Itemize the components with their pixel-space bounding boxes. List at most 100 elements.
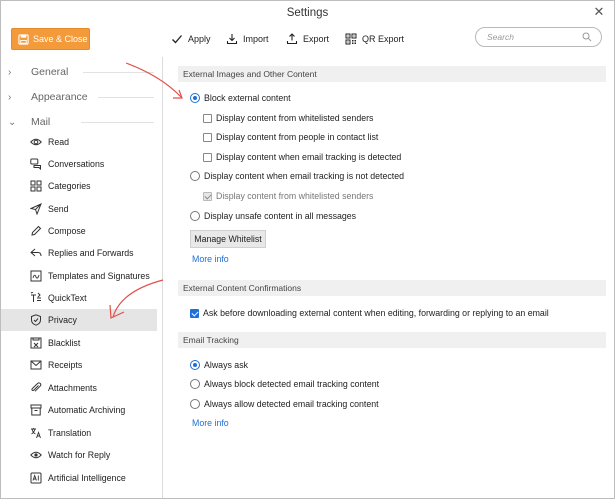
sidebar-item-label: Categories <box>48 181 91 191</box>
chevron-right-icon: › <box>8 91 12 103</box>
chat-bubbles-icon <box>30 158 42 170</box>
receipt-icon <box>30 359 42 371</box>
section-label: Mail <box>31 116 51 128</box>
save-icon <box>18 33 29 45</box>
chevron-right-icon: › <box>8 66 12 78</box>
export-icon <box>286 33 298 45</box>
block-external-radio[interactable] <box>190 93 200 103</box>
always-block-option[interactable]: Always block detected email tracking con… <box>190 377 379 391</box>
sidebar-item-artificial-intelligence[interactable]: Artificial Intelligence <box>1 467 157 489</box>
sidebar-item-read[interactable]: Read <box>1 131 157 153</box>
archive-icon <box>30 404 42 416</box>
settings-sidebar: › General › Appearance ⌄ Mail Read Conve… <box>1 57 163 498</box>
paperclip-icon <box>30 382 42 394</box>
email-tracking-heading: Email Tracking <box>178 332 606 348</box>
confirmations-heading: External Content Confirmations <box>178 280 606 296</box>
pencil-icon <box>30 225 42 237</box>
sidebar-item-conversations[interactable]: Conversations <box>1 153 157 175</box>
sidebar-item-quicktext[interactable]: QuickText <box>1 287 157 309</box>
sidebar-item-label: Privacy <box>48 315 77 325</box>
tracking-detected-option[interactable]: Display content when email tracking is d… <box>203 150 401 164</box>
import-label: Import <box>243 34 269 44</box>
sidebar-item-categories[interactable]: Categories <box>1 175 157 197</box>
always-ask-radio[interactable] <box>190 360 200 370</box>
quicktext-icon <box>30 292 42 304</box>
not-detected-whitelisted-label: Display content from whitelisted senders <box>216 191 374 201</box>
sidebar-item-label: Artificial Intelligence <box>48 473 126 483</box>
tracking-more-info-link[interactable]: More info <box>192 418 229 428</box>
always-block-radio[interactable] <box>190 379 200 389</box>
sidebar-item-label: Watch for Reply <box>48 450 111 460</box>
contact-list-label: Display content from people in contact l… <box>216 132 379 142</box>
qr-export-button[interactable]: QR Export <box>345 31 404 47</box>
save-close-button[interactable]: Save & Close <box>11 28 90 50</box>
sidebar-item-label: Templates and Signatures <box>48 271 150 281</box>
export-label: Export <box>303 34 330 44</box>
always-allow-radio[interactable] <box>190 399 200 409</box>
whitelisted-senders-checkbox[interactable] <box>203 113 212 123</box>
close-icon[interactable]: ✕ <box>592 5 606 19</box>
ask-before-download-label: Ask before downloading external content … <box>203 308 549 318</box>
sidebar-item-automatic-archiving[interactable]: Automatic Archiving <box>1 399 157 421</box>
search-input[interactable]: Search <box>475 27 602 47</box>
unsafe-content-radio[interactable] <box>190 211 200 221</box>
contact-list-checkbox[interactable] <box>203 132 212 142</box>
export-button[interactable]: Export <box>286 31 329 47</box>
sidebar-item-watch-for-reply[interactable]: Watch for Reply <box>1 444 157 466</box>
block-external-content-option[interactable]: Block external content <box>190 91 291 105</box>
external-images-heading: External Images and Other Content <box>178 66 606 82</box>
sidebar-item-label: Send <box>48 204 69 214</box>
section-label: Appearance <box>31 91 88 103</box>
more-info-link[interactable]: More info <box>192 254 229 264</box>
sidebar-item-receipts[interactable]: Receipts <box>1 354 157 376</box>
checkmark-icon <box>172 35 182 44</box>
ask-before-download-checkbox[interactable] <box>190 308 199 318</box>
sidebar-item-privacy[interactable]: Privacy <box>1 309 157 331</box>
apply-label: Apply <box>188 34 211 44</box>
sidebar-item-templates-signatures[interactable]: Templates and Signatures <box>1 265 157 287</box>
not-detected-whitelisted-option: Display content from whitelisted senders <box>203 189 373 203</box>
always-allow-option[interactable]: Always allow detected email tracking con… <box>190 397 379 411</box>
sidebar-item-label: QuickText <box>48 293 87 303</box>
sidebar-item-label: Receipts <box>48 360 83 370</box>
sidebar-item-compose[interactable]: Compose <box>1 220 157 242</box>
import-button[interactable]: Import <box>226 31 269 47</box>
sidebar-item-blacklist[interactable]: Blacklist <box>1 332 157 354</box>
ask-before-download-option[interactable]: Ask before downloading external content … <box>190 306 549 320</box>
reply-forward-icon <box>30 247 42 259</box>
tracking-detected-label: Display content when email tracking is d… <box>216 152 402 162</box>
always-ask-label: Always ask <box>204 360 248 370</box>
sidebar-item-replies-forwards[interactable]: Replies and Forwards <box>1 242 157 264</box>
chevron-down-icon: ⌄ <box>8 116 17 128</box>
tracking-detected-checkbox[interactable] <box>203 152 212 162</box>
window-title: Settings <box>286 7 329 19</box>
tracking-not-detected-option[interactable]: Display content when email tracking is n… <box>190 169 404 183</box>
sidebar-item-send[interactable]: Send <box>1 198 157 220</box>
sidebar-item-label: Translation <box>48 428 92 438</box>
search-icon <box>582 32 592 42</box>
sidebar-item-label: Conversations <box>48 159 105 169</box>
contact-list-option[interactable]: Display content from people in contact l… <box>203 130 378 144</box>
divider <box>83 72 154 73</box>
sidebar-item-translation[interactable]: Translation <box>1 422 157 444</box>
tracking-not-detected-radio[interactable] <box>190 171 200 181</box>
whitelisted-senders-option[interactable]: Display content from whitelisted senders <box>203 111 373 125</box>
always-ask-option[interactable]: Always ask <box>190 358 248 372</box>
apply-button[interactable]: Apply <box>171 31 211 47</box>
block-external-label: Block external content <box>204 93 291 103</box>
watch-eye-icon <box>30 449 42 461</box>
unsafe-content-label: Display unsafe content in all messages <box>204 211 357 221</box>
unsafe-content-option[interactable]: Display unsafe content in all messages <box>190 209 356 223</box>
shield-icon <box>30 314 42 326</box>
search-placeholder: Search <box>487 32 514 42</box>
signature-icon <box>30 270 42 282</box>
toolbar: Save & Close Apply Import Export QR Expo… <box>1 25 614 57</box>
sidebar-item-label: Automatic Archiving <box>48 405 126 415</box>
manage-whitelist-button[interactable]: Manage Whitelist <box>190 230 266 248</box>
not-detected-whitelisted-checkbox <box>203 191 212 201</box>
section-label: General <box>31 66 69 78</box>
divider <box>98 97 154 98</box>
sidebar-item-attachments[interactable]: Attachments <box>1 377 157 399</box>
always-allow-label: Always allow detected email tracking con… <box>204 399 379 409</box>
ai-icon <box>30 472 42 484</box>
